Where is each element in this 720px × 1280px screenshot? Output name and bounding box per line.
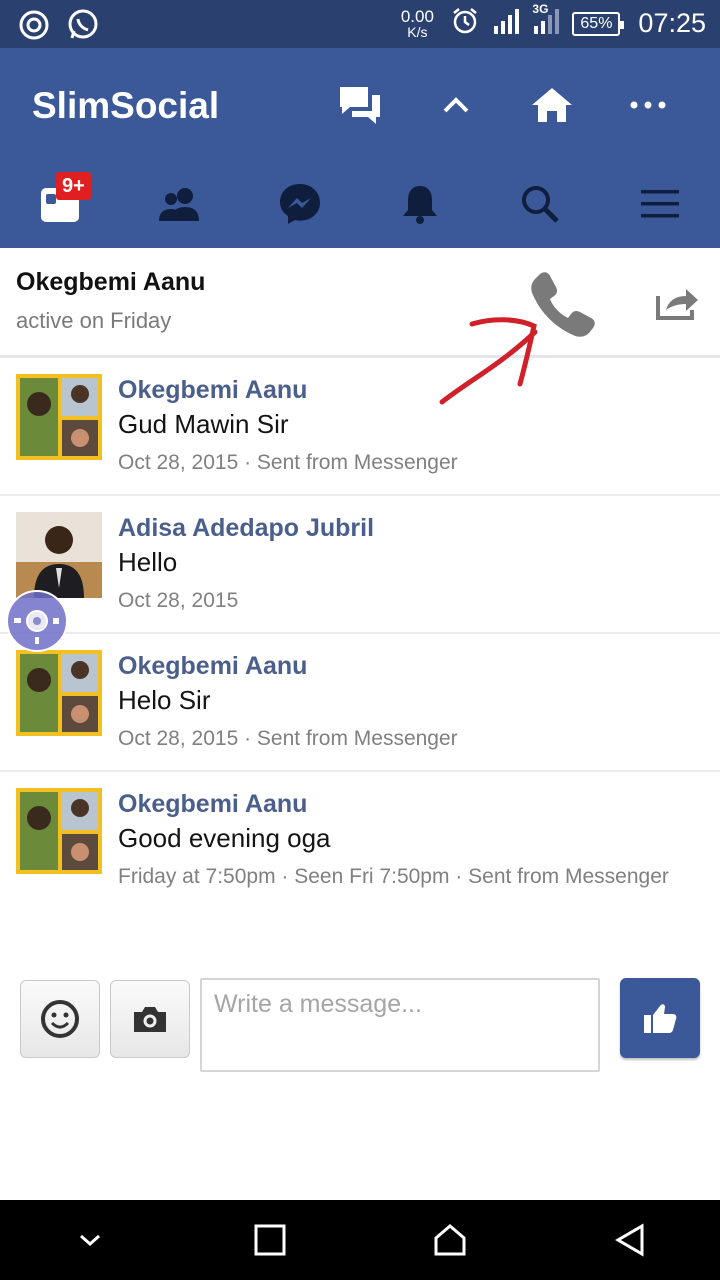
message-sender[interactable]: Adisa Adedapo Jubril [118, 512, 700, 544]
clock: 07:25 [638, 8, 706, 38]
message-text: Hello [118, 547, 178, 577]
message-list: Okegbemi Aanu Gud Mawin Sir Oct 28, 2015… [0, 358, 720, 908]
message-sender[interactable]: Okegbemi Aanu [118, 374, 700, 406]
search-icon [522, 186, 559, 223]
alarm-icon [450, 6, 480, 41]
system-collapse-button[interactable] [50, 1200, 130, 1280]
signal-3g-icon: 3G [532, 2, 560, 39]
message-input[interactable] [200, 978, 600, 1072]
recorder-controls-icon [14, 610, 59, 644]
message-item: Okegbemi Aanu Gud Mawin Sir Oct 28, 2015… [0, 358, 720, 496]
bell-icon [403, 186, 437, 224]
emoji-button[interactable] [20, 980, 100, 1058]
message-meta: Oct 28, 2015 [118, 589, 239, 612]
message-text: Gud Mawin Sir [118, 409, 289, 439]
smiley-icon [41, 1000, 79, 1038]
chevron-up-icon [443, 97, 469, 113]
message-item: Okegbemi Aanu Helo Sir Oct 28, 2015 · Se… [0, 634, 720, 772]
avatar[interactable] [16, 512, 102, 598]
tab-menu[interactable] [600, 160, 720, 248]
message-meta: Friday at 7:50pm · Seen Fri 7:50pm · Sen… [118, 865, 669, 888]
message-meta: Oct 28, 2015 · Sent from Messenger [118, 727, 458, 750]
app-bar: SlimSocial [0, 48, 720, 160]
net-speed: 0.00 K/s [396, 8, 438, 40]
conversation-header: Okegbemi Aanu active on Friday [0, 248, 720, 358]
battery-indicator: 65% [572, 11, 625, 36]
app-title: SlimSocial [32, 85, 220, 126]
chevron-down-icon [80, 1234, 100, 1247]
message-text: Good evening oga [118, 823, 331, 853]
tab-messenger[interactable] [240, 160, 360, 248]
whatsapp-icon [66, 8, 100, 47]
avatar[interactable] [16, 374, 102, 460]
message-composer [0, 968, 720, 1078]
chat-bubbles-icon [340, 87, 380, 124]
back-triangle-icon [615, 1223, 644, 1257]
message-item: Okegbemi Aanu Good evening oga Friday at… [0, 772, 720, 908]
tab-notifications[interactable] [360, 160, 480, 248]
app-notification-icon [18, 9, 50, 46]
scroll-up-button[interactable] [408, 80, 504, 130]
home-outline-icon [434, 1224, 466, 1256]
system-navigation-bar [0, 1200, 720, 1280]
message-item: Adisa Adedapo Jubril Hello Oct 28, 2015 [0, 496, 720, 634]
more-dots-icon [630, 101, 666, 109]
system-home-button[interactable] [410, 1200, 490, 1280]
messenger-icon [280, 184, 320, 224]
conversation-status: active on Friday [16, 308, 172, 333]
camera-icon [134, 1007, 166, 1032]
avatar[interactable] [16, 788, 102, 874]
share-button[interactable] [654, 282, 700, 322]
more-options-button[interactable] [600, 80, 696, 130]
camera-button[interactable] [110, 980, 190, 1058]
phone-icon [531, 272, 595, 337]
net-speed-value: 0.00 [400, 6, 434, 26]
like-send-button[interactable] [620, 978, 700, 1058]
message-meta: Oct 28, 2015 · Sent from Messenger [118, 451, 458, 474]
message-sender[interactable]: Okegbemi Aanu [118, 650, 700, 682]
tab-news-feed[interactable]: 9+ [0, 160, 120, 248]
share-icon [656, 289, 698, 320]
message-sender[interactable]: Okegbemi Aanu [118, 788, 700, 820]
message-text: Helo Sir [118, 685, 211, 715]
avatar[interactable] [16, 650, 102, 736]
home-button[interactable] [504, 80, 600, 130]
hamburger-menu-icon [641, 190, 679, 218]
recents-square-icon [254, 1224, 286, 1256]
friends-icon [159, 188, 199, 221]
tab-bar: 9+ [0, 160, 720, 248]
net-speed-unit: K/s [407, 23, 428, 40]
home-icon [532, 88, 572, 122]
call-button[interactable] [530, 268, 602, 340]
notification-badge: 9+ [56, 172, 91, 200]
signal-icon [492, 8, 520, 39]
network-type-label: 3G [532, 2, 549, 16]
system-recents-button[interactable] [230, 1200, 310, 1280]
tab-friends[interactable] [120, 160, 240, 248]
system-back-button[interactable] [590, 1200, 670, 1280]
status-bar: 0.00 K/s 3G 65% 07:25 [0, 0, 720, 48]
tab-search[interactable] [480, 160, 600, 248]
thumbs-up-icon [644, 1004, 677, 1033]
messages-button[interactable] [312, 80, 408, 130]
conversation-name: Okegbemi Aanu [16, 268, 206, 296]
screen-recorder-bubble[interactable] [6, 590, 68, 652]
